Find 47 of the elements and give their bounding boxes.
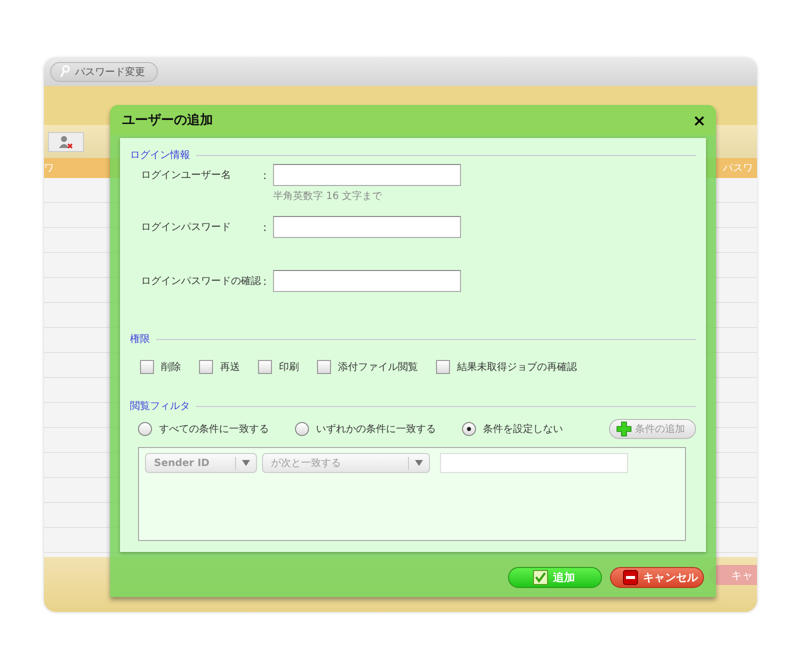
radio-button[interactable] [295, 422, 309, 436]
add-condition-button[interactable]: 条件の追加 [609, 419, 696, 439]
column-header: パスワ [723, 162, 753, 175]
checkbox-label: 印刷 [279, 360, 299, 374]
condition-value-field[interactable] [440, 453, 628, 473]
radio-label: すべての条件に一致する [159, 423, 269, 436]
input-field[interactable] [273, 164, 461, 186]
radio-label: いずれかの条件に一致する [316, 422, 436, 436]
operator-dropdown[interactable]: が次と一致する [262, 453, 430, 473]
radio-button[interactable] [462, 422, 476, 436]
checkbox-label: 再送 [220, 361, 240, 374]
delete-user-button[interactable] [48, 132, 84, 152]
field-label: ログインユーザー名 [141, 169, 232, 182]
plus-icon [616, 421, 632, 437]
radio-label: 条件を設定しない [483, 422, 563, 436]
column-header: ワ [44, 162, 54, 175]
field-separator: : [263, 274, 268, 288]
caret-icon [242, 460, 250, 466]
field-label: ログインパスワード [141, 221, 232, 234]
field-label: ログインパスワードの確認 [141, 274, 262, 288]
section-heading: ログイン情報 [130, 148, 190, 162]
checkbox[interactable] [436, 360, 450, 374]
close-button[interactable]: × [692, 110, 706, 130]
section-heading: 閲覧フィルタ [130, 400, 190, 413]
checkbox-label: 削除 [161, 360, 181, 374]
field-hint: 半角英数字 16 文字まで [273, 190, 384, 203]
field-dropdown[interactable]: Sender ID [145, 453, 257, 473]
checkbox-label: 結果未取得ジョブの再確認 [457, 360, 577, 374]
caret-icon [415, 460, 423, 466]
checkbox[interactable] [140, 360, 154, 374]
input-field[interactable] [273, 270, 461, 292]
checkbox-label: 添付ファイル閲覧 [338, 361, 418, 374]
checkmark-icon [533, 570, 548, 585]
field-separator: : [263, 168, 268, 182]
section-heading: 権限 [130, 332, 150, 346]
add-button[interactable]: 追加 [508, 567, 602, 588]
checkbox[interactable] [317, 360, 331, 374]
minus-icon [623, 570, 638, 585]
radio-button[interactable] [138, 422, 152, 436]
dialog-title: ユーザーの追加 [122, 112, 213, 129]
field-separator: : [263, 220, 268, 234]
checkbox[interactable] [258, 360, 272, 374]
checkbox[interactable] [199, 360, 213, 374]
input-field[interactable] [273, 216, 461, 238]
cancel-button[interactable]: キャンセル [610, 567, 704, 588]
user-remove-icon [59, 134, 73, 148]
change-password-button[interactable]: パスワード変更 [50, 62, 158, 82]
